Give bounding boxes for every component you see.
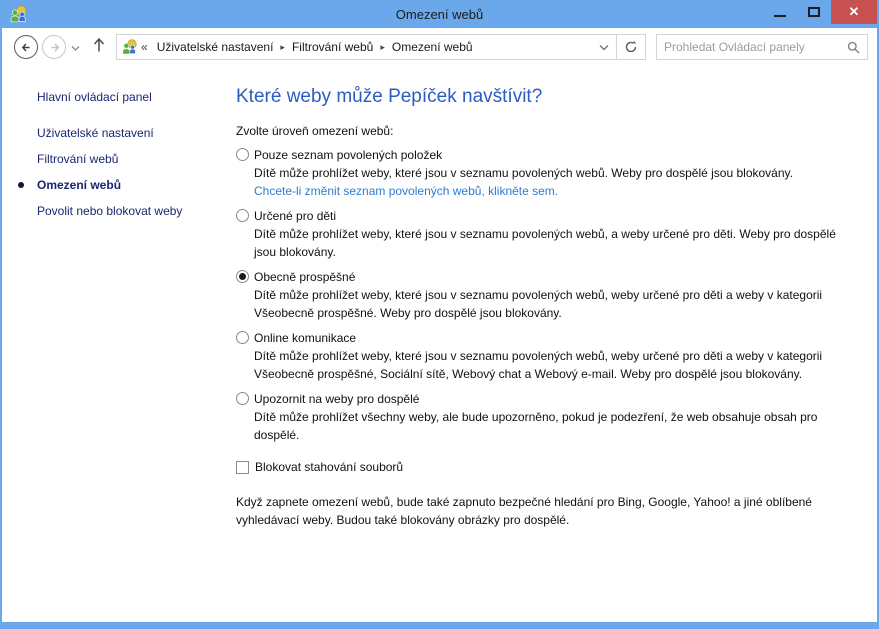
radio-button[interactable] [236, 392, 249, 405]
breadcrumb-overflow-chevrons[interactable]: « [141, 40, 148, 54]
refresh-icon [624, 40, 638, 54]
forward-button[interactable] [42, 35, 66, 59]
address-bar[interactable]: « Uživatelské nastavení ▸ Filtrování web… [116, 34, 646, 60]
option-label: Online komunikace [254, 329, 854, 347]
minimize-icon [774, 15, 786, 17]
option-description: Dítě může prohlížet weby, které jsou v s… [254, 164, 793, 182]
radio-option-warn-adult[interactable]: Upozornit na weby pro dospělé Dítě může … [236, 390, 877, 444]
window-controls: ✕ [763, 0, 877, 24]
radio-button[interactable] [236, 331, 249, 344]
option-description: Dítě může prohlížet weby, které jsou v s… [254, 225, 854, 261]
up-button[interactable] [92, 37, 106, 58]
breadcrumb-item-web-restrictions[interactable]: Omezení webů [387, 40, 478, 54]
sidebar-item-label: Filtrování webů [37, 152, 118, 166]
address-dropdown-chevron[interactable] [592, 35, 616, 59]
option-label: Určené pro děti [254, 207, 854, 225]
maximize-button[interactable] [797, 0, 831, 24]
sidebar-item-label: Uživatelské nastavení [37, 126, 154, 140]
search-box[interactable] [656, 34, 868, 60]
close-icon: ✕ [849, 4, 860, 20]
radio-option-designed-for-children[interactable]: Určené pro děti Dítě může prohlížet weby… [236, 207, 877, 261]
edit-allow-list-link[interactable]: Chcete-li změnit seznam povolených webů,… [254, 182, 793, 200]
chevron-down-icon [71, 45, 80, 51]
search-input[interactable] [664, 40, 847, 54]
sidebar-item-label: Povolit nebo blokovat weby [37, 204, 182, 218]
back-button[interactable] [14, 35, 38, 59]
title-bar: Omezení webů ✕ [2, 0, 877, 28]
option-description: Dítě může prohlížet všechny weby, ale bu… [254, 408, 854, 444]
option-label: Pouze seznam povolených položek [254, 146, 793, 164]
recent-pages-chevron[interactable] [71, 38, 80, 56]
window-title: Omezení webů [2, 7, 877, 22]
radio-button[interactable] [236, 270, 249, 283]
breadcrumb-item-user-settings[interactable]: Uživatelské nastavení [152, 40, 279, 54]
breadcrumb-item-web-filtering[interactable]: Filtrování webů [287, 40, 378, 54]
sidebar-item-label: Hlavní ovládací panel [37, 90, 152, 104]
search-icon[interactable] [847, 41, 860, 54]
sidebar-item-web-restrictions[interactable]: Omezení webů [2, 172, 236, 198]
forward-arrow-icon [48, 41, 61, 54]
family-safety-breadcrumb-icon[interactable] [121, 39, 137, 55]
maximize-icon [808, 7, 820, 17]
radio-option-general-interest[interactable]: Obecně prospěšné Dítě může prohlížet web… [236, 268, 877, 322]
back-arrow-icon [20, 41, 33, 54]
breadcrumb-separator-icon: ▸ [278, 42, 287, 53]
sidebar-item-user-settings[interactable]: Uživatelské nastavení [2, 120, 236, 146]
radio-button[interactable] [236, 148, 249, 161]
navigation-toolbar: « Uživatelské nastavení ▸ Filtrování web… [2, 28, 877, 66]
up-arrow-icon [92, 37, 106, 53]
option-description: Dítě může prohlížet weby, které jsou v s… [254, 286, 854, 322]
option-description: Dítě může prohlížet weby, které jsou v s… [254, 347, 854, 383]
minimize-button[interactable] [763, 0, 797, 24]
window: Omezení webů ✕ « [0, 0, 879, 629]
radio-option-online-communication[interactable]: Online komunikace Dítě může prohlížet we… [236, 329, 877, 383]
refresh-button[interactable] [616, 34, 645, 60]
choose-level-label: Zvolte úroveň omezení webů: [236, 124, 877, 138]
sidebar: Hlavní ovládací panel Uživatelské nastav… [2, 66, 236, 622]
breadcrumb-separator-icon: ▸ [378, 42, 387, 53]
sidebar-item-web-filtering[interactable]: Filtrování webů [2, 146, 236, 172]
main-panel: Které weby může Pepíček navštívit? Zvolt… [236, 66, 877, 622]
chevron-down-icon [599, 44, 609, 51]
content-area: Hlavní ovládací panel Uživatelské nastav… [2, 66, 877, 622]
safe-search-note: Když zapnete omezení webů, bude také zap… [236, 493, 836, 529]
option-label: Obecně prospěšné [254, 268, 854, 286]
close-button[interactable]: ✕ [831, 0, 877, 24]
sidebar-item-allow-block[interactable]: Povolit nebo blokovat weby [2, 198, 236, 224]
checkbox-label: Blokovat stahování souborů [255, 460, 403, 474]
radio-button[interactable] [236, 209, 249, 222]
block-downloads-row[interactable]: Blokovat stahování souborů [236, 460, 877, 474]
radio-option-allow-list[interactable]: Pouze seznam povolených položek Dítě můž… [236, 146, 877, 200]
block-downloads-checkbox[interactable] [236, 461, 249, 474]
option-label: Upozornit na weby pro dospělé [254, 390, 854, 408]
active-bullet [18, 182, 24, 188]
page-title: Které weby může Pepíček navštívit? [236, 86, 877, 108]
sidebar-item-home[interactable]: Hlavní ovládací panel [2, 84, 236, 110]
sidebar-item-label: Omezení webů [37, 178, 121, 192]
